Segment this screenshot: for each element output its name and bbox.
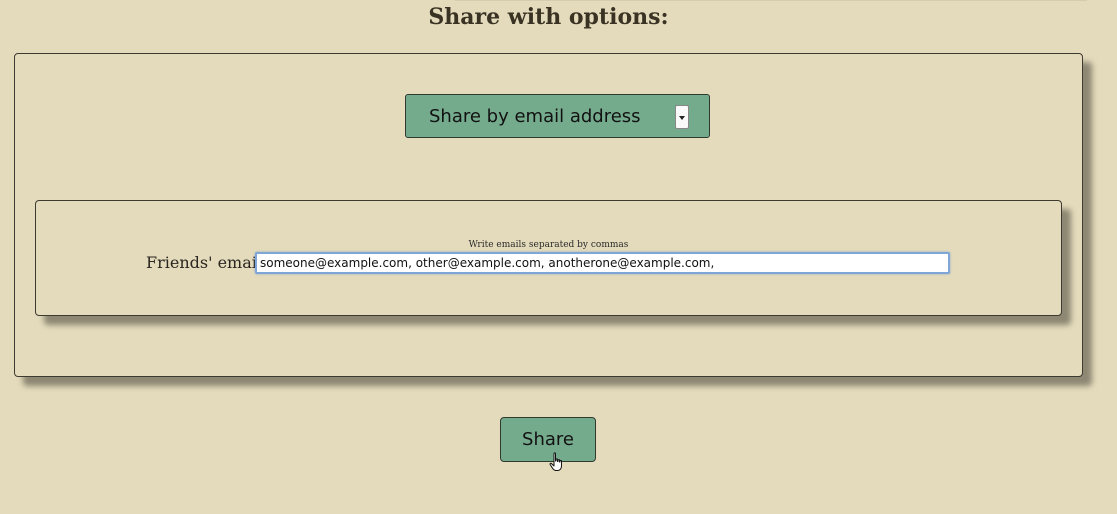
share-method-selected-label: Share by email address	[429, 106, 641, 127]
email-hint-text: Write emails separated by commas	[468, 240, 629, 250]
share-options-page: Share with options: Share by email addre…	[0, 0, 1117, 514]
friends-email-label: Friends' email:	[146, 253, 268, 272]
page-title: Share with options:	[428, 4, 669, 30]
dropdown-arrow-icon[interactable]	[675, 105, 689, 129]
friends-email-input[interactable]	[255, 252, 950, 274]
email-share-panel: Write emails separated by commas Friends…	[35, 200, 1062, 316]
share-method-select[interactable]: Share by email address	[405, 94, 710, 138]
hand-pointer-icon	[549, 452, 562, 471]
share-options-panel: Share by email address Write emails sepa…	[14, 53, 1083, 377]
top-divider	[455, 0, 1087, 1]
